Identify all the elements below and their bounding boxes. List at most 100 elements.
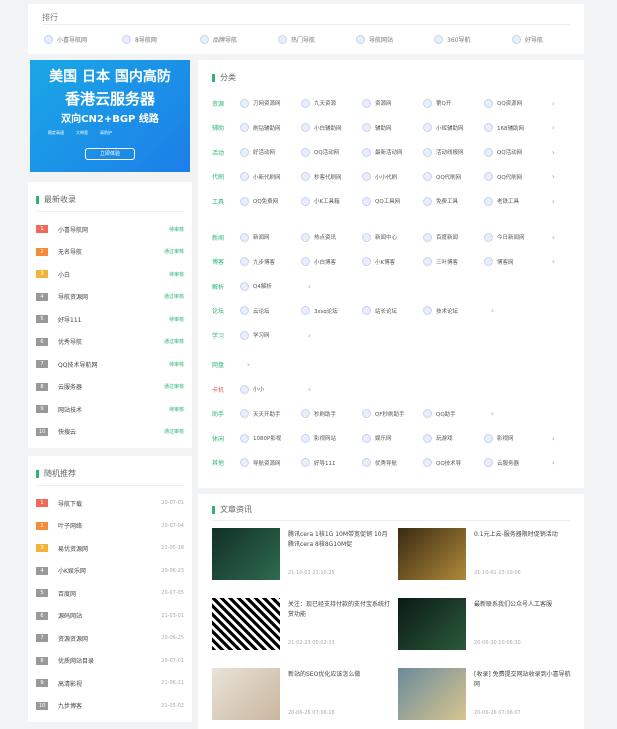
chevron-right-icon[interactable]: › (545, 233, 555, 242)
category-link[interactable]: 3ssq论坛 (301, 306, 362, 315)
category-link[interactable]: 小小 (240, 384, 301, 394)
category-link[interactable]: 第Q开 (423, 98, 484, 108)
category-link[interactable]: 秒客代刷网 (301, 172, 362, 181)
category-link[interactable]: 技术论坛 (423, 306, 484, 315)
category-label[interactable]: 学习 (212, 331, 240, 340)
category-link[interactable]: 刀网资源网 (240, 98, 301, 108)
list-item[interactable]: 1 小喜导航网 待审核 (36, 218, 184, 241)
category-link[interactable]: 好导111 (301, 458, 362, 467)
ad-banner[interactable]: 美国 日本 国内高防 香港云服务器 双向CN2+BGP 线路 稳定高速 大带宽 … (30, 60, 190, 172)
list-item[interactable]: 1 导航下载 20-07-01 (36, 492, 184, 515)
news-thumbnail[interactable] (398, 668, 466, 720)
category-link[interactable]: 三叶博客 (423, 257, 484, 266)
category-label[interactable]: 网盘 (212, 360, 240, 369)
category-link[interactable]: 云论坛 (240, 306, 301, 315)
category-link[interactable]: Q4解析 (240, 281, 301, 291)
list-item[interactable]: 3 小白 待审核 (36, 263, 184, 286)
category-link[interactable]: 百度新闻 (423, 232, 484, 242)
category-link[interactable]: 老铁工具 (484, 196, 545, 206)
news-thumbnail[interactable] (398, 528, 466, 580)
category-link[interactable]: QQ助手 (423, 409, 484, 418)
chevron-right-icon[interactable]: › (545, 458, 555, 467)
category-link[interactable]: QQ免费网 (240, 196, 301, 206)
news-thumbnail[interactable] (212, 528, 280, 580)
chevron-right-icon[interactable]: › (545, 197, 555, 206)
list-item[interactable]: 6 优秀导航 通过审核 (36, 331, 184, 354)
news-headline[interactable]: 0.1元上云-服务器限时促销活动 (474, 530, 576, 540)
rank-item[interactable]: 360导航 (428, 32, 496, 46)
category-link[interactable]: 免费工具 (423, 196, 484, 206)
category-link[interactable]: 最新活动网 (362, 147, 423, 157)
category-label[interactable]: 工具 (212, 197, 240, 206)
list-item[interactable]: 9 网站技术 待审核 (36, 398, 184, 421)
category-link[interactable]: 九天资源 (301, 98, 362, 108)
category-link[interactable]: QQ代刷网 (423, 172, 484, 181)
chevron-right-icon[interactable]: › (545, 434, 555, 443)
list-item[interactable]: 2 叶子网络 20-07-04 (36, 515, 184, 538)
category-link[interactable]: 刷钻辅助网 (240, 123, 301, 132)
category-label[interactable]: 新闻 (212, 233, 240, 242)
rank-item[interactable]: 热门导航 (272, 32, 340, 46)
news-item[interactable]: 新站的SEO优化应该怎么做 20-06-26 07:06:16 (212, 668, 390, 728)
news-headline[interactable]: 腾讯cera 1核1G 10M带宽促销 10月 腾讯cera 8核8G10M促 (288, 530, 390, 550)
chevron-right-icon[interactable]: › (301, 385, 311, 394)
category-link[interactable]: 辅助网 (362, 123, 423, 132)
news-headline[interactable]: 最新联系我们公众号人工客服 (474, 600, 576, 610)
news-item[interactable]: 关注：现已经支持付款的支付宝系统打赏功能 21-02-23 00:02:33 (212, 598, 390, 658)
news-headline[interactable]: [收录] 免费提交网站收录到小喜导航网 (474, 670, 576, 690)
category-link[interactable]: 影视网站 (301, 433, 362, 443)
rank-item[interactable]: 好导航 (506, 32, 574, 46)
category-link[interactable]: 云服务器 (484, 458, 545, 467)
category-label[interactable]: 休闲 (212, 434, 240, 443)
list-item[interactable]: 8 优质网站目录 20-07-01 (36, 650, 184, 673)
rank-item[interactable]: 导航网站 (350, 32, 418, 46)
category-link[interactable]: QF秒刷助手 (362, 409, 423, 418)
list-item[interactable]: 5 好导111 待审核 (36, 308, 184, 331)
chevron-right-icon[interactable]: › (545, 123, 555, 132)
category-label[interactable]: 博客 (212, 257, 240, 266)
category-label[interactable]: 其他 (212, 458, 240, 467)
category-label[interactable]: 助手 (212, 409, 240, 418)
category-link[interactable]: 小新代刷网 (240, 172, 301, 181)
category-link[interactable]: 168辅助网 (484, 123, 545, 132)
category-link[interactable]: QQ工具网 (362, 196, 423, 206)
news-headline[interactable]: 新站的SEO优化应该怎么做 (288, 670, 390, 680)
chevron-right-icon[interactable]: › (545, 148, 555, 157)
list-item[interactable]: 3 易优资源网 21-05-18 (36, 537, 184, 560)
category-label[interactable]: 代刷 (212, 172, 240, 181)
category-link[interactable]: QQ资源网 (484, 98, 545, 108)
list-item[interactable]: 9 高清影视 21-06-21 (36, 672, 184, 695)
category-link[interactable]: QQ活动网 (301, 147, 362, 157)
news-item[interactable]: 0.1元上云-服务器限时促销活动 21-10-01 23:10:06 (398, 528, 576, 588)
ad-button[interactable]: 立即体验 (85, 148, 135, 160)
category-link[interactable]: 秒刷助手 (301, 409, 362, 418)
chevron-right-icon[interactable]: › (545, 172, 555, 181)
category-link[interactable]: 小白博客 (301, 257, 362, 266)
chevron-right-icon[interactable]: › (301, 282, 311, 291)
category-link[interactable]: 影视网 (484, 433, 545, 443)
category-link[interactable]: 学习网 (240, 330, 301, 340)
chevron-right-icon[interactable]: › (240, 360, 250, 369)
news-item[interactable]: [收录] 免费提交网站收录到小喜导航网 20-06-26 07:06:07 (398, 668, 576, 728)
news-thumbnail[interactable] (212, 668, 280, 720)
chevron-right-icon[interactable]: › (545, 257, 555, 266)
category-label[interactable]: 辅助 (212, 123, 240, 132)
category-link[interactable]: 新闻中心 (362, 232, 423, 242)
category-link[interactable]: 小K博客 (362, 257, 423, 266)
category-link[interactable]: 小K工具箱 (301, 196, 362, 206)
category-link[interactable]: 小白辅助网 (301, 123, 362, 132)
category-link[interactable]: 活动线报网 (423, 147, 484, 157)
category-link[interactable]: 热点资讯 (301, 232, 362, 242)
list-item[interactable]: 8 云服务器 通过审核 (36, 376, 184, 399)
list-item[interactable]: 10 九步博客 21-05-02 (36, 695, 184, 718)
category-link[interactable]: QQ活动网 (484, 147, 545, 157)
category-link[interactable]: 今日新闻网 (484, 232, 545, 242)
list-item[interactable]: 7 资源资源网 20-06-25 (36, 627, 184, 650)
category-label[interactable]: 资源 (212, 99, 240, 108)
chevron-right-icon[interactable]: › (484, 306, 494, 315)
chevron-right-icon[interactable]: › (301, 331, 311, 340)
category-link[interactable]: 导航资源网 (240, 458, 301, 467)
list-item[interactable]: 5 百度网 20-07-05 (36, 582, 184, 605)
list-item[interactable]: 4 导航资源网 通过审核 (36, 286, 184, 309)
list-item[interactable]: 4 小K娱乐网 20-06-23 (36, 560, 184, 583)
